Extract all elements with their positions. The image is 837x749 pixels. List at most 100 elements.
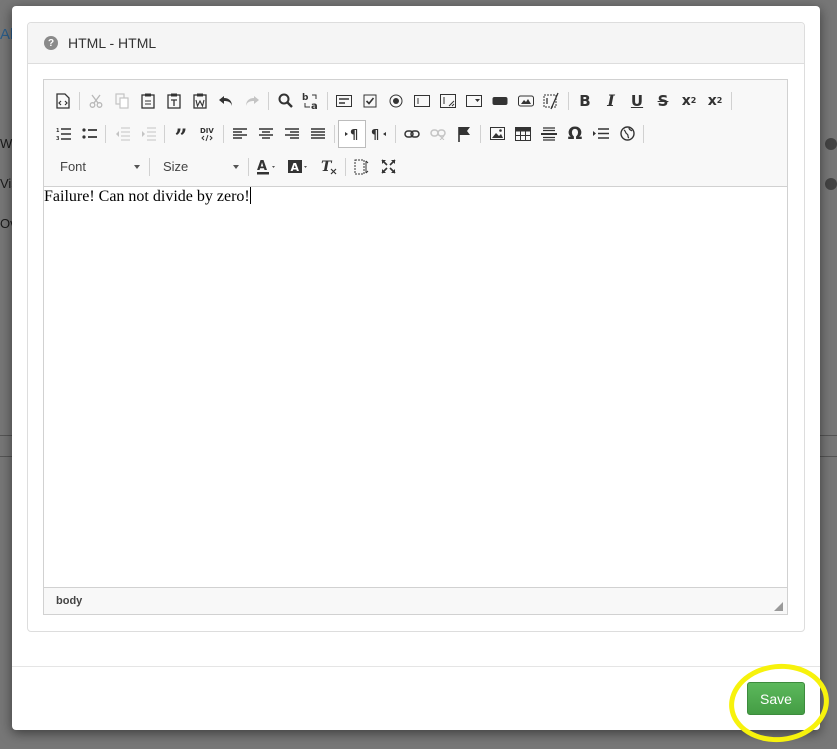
chevron-down-icon — [233, 164, 239, 169]
remove-format-icon[interactable]: T — [316, 154, 342, 180]
paste-icon[interactable] — [135, 88, 161, 114]
align-center-icon[interactable] — [253, 121, 279, 147]
select-icon[interactable] — [461, 88, 487, 114]
font-combo-label: Font — [60, 159, 87, 174]
source-icon[interactable] — [50, 88, 76, 114]
toolbar-separator — [79, 91, 80, 110]
toolbar-separator — [643, 124, 644, 143]
cut-icon[interactable] — [83, 88, 109, 114]
bg-help-icon — [825, 138, 837, 150]
svg-text:b: b — [302, 93, 309, 103]
bg-help-icon — [825, 178, 837, 190]
superscript-icon[interactable]: x2 — [702, 88, 728, 114]
html-editor-dialog: ? HTML - HTML ba B I U S x 2 x 2 1 3 ” D… — [12, 6, 833, 748]
subscript-icon[interactable]: x2 — [676, 88, 702, 114]
form-icon[interactable] — [331, 88, 357, 114]
font-combo[interactable]: Font — [50, 155, 146, 179]
paste-text-icon[interactable] — [161, 88, 187, 114]
toolbar-row-1: ba B I U S x2 x2 — [50, 84, 781, 117]
undo-icon[interactable] — [213, 88, 239, 114]
toolbar-separator — [223, 124, 224, 143]
underline-icon[interactable]: U — [624, 88, 650, 114]
size-combo[interactable]: Size — [153, 155, 245, 179]
svg-text:DIV: DIV — [200, 127, 214, 135]
editor-status-bar: body — [44, 587, 787, 614]
ltr-icon[interactable]: ¶ — [338, 119, 366, 148]
link-icon[interactable] — [399, 121, 425, 147]
align-right-icon[interactable] — [279, 121, 305, 147]
image-icon[interactable] — [484, 121, 510, 147]
resize-grip-icon[interactable] — [774, 602, 783, 611]
iframe-icon[interactable] — [614, 121, 640, 147]
toolbar-separator — [568, 91, 569, 110]
toolbar-separator — [395, 124, 396, 143]
unlink-icon[interactable] — [425, 121, 451, 147]
modal-footer-divider — [12, 666, 820, 667]
horizontal-rule-icon[interactable] — [536, 121, 562, 147]
size-combo-label: Size — [163, 159, 189, 174]
question-circle-icon[interactable]: ? — [44, 36, 58, 50]
text-color-icon[interactable]: A — [252, 154, 284, 180]
toolbar-separator — [105, 124, 106, 143]
rich-text-editor: ba B I U S x2 x2 1 3 ” DIV ¶ ¶ Ω Font Si… — [43, 79, 788, 615]
toolbar-separator — [334, 124, 335, 143]
copy-icon[interactable] — [109, 88, 135, 114]
toolbar-separator — [731, 91, 732, 110]
paste-word-icon[interactable] — [187, 88, 213, 114]
div-icon[interactable]: DIV — [194, 121, 220, 147]
toolbar-separator — [327, 91, 328, 110]
align-left-icon[interactable] — [227, 121, 253, 147]
checkbox-icon[interactable] — [357, 88, 383, 114]
background-color-icon[interactable]: A — [284, 154, 316, 180]
svg-text:A: A — [257, 159, 267, 174]
italic-icon[interactable]: I — [598, 88, 624, 114]
show-blocks-icon[interactable] — [349, 154, 375, 180]
find-icon[interactable] — [272, 88, 298, 114]
svg-text:A: A — [291, 161, 300, 174]
editor-text: Failure! Can not divide by zero! — [44, 188, 250, 205]
editor-content-area[interactable]: Failure! Can not divide by zero! — [44, 187, 787, 587]
bulleted-list-icon[interactable] — [76, 121, 102, 147]
rtl-icon[interactable]: ¶ — [366, 121, 392, 147]
toolbar-row-2: 13 ” DIV ¶ ¶ Ω — [50, 117, 781, 151]
toolbar-separator — [164, 124, 165, 143]
numbered-list-icon[interactable]: 13 — [50, 121, 76, 147]
justify-icon[interactable] — [305, 121, 331, 147]
textfield-icon[interactable] — [409, 88, 435, 114]
page-break-icon[interactable] — [588, 121, 614, 147]
strike-icon[interactable]: S — [650, 88, 676, 114]
toolbar-separator — [268, 91, 269, 110]
dialog-title: HTML - HTML — [68, 35, 157, 51]
element-path-body[interactable]: body — [56, 595, 82, 607]
textarea-icon[interactable] — [435, 88, 461, 114]
bold-icon[interactable]: B — [572, 88, 598, 114]
svg-text:¶: ¶ — [350, 128, 358, 141]
text-cursor — [249, 187, 251, 204]
editor-toolbar: ba B I U S x2 x2 1 3 ” DIV ¶ ¶ Ω Font Si… — [44, 80, 787, 187]
toolbar-row-3: Font Size A A T — [50, 150, 781, 183]
svg-text:3: 3 — [56, 136, 60, 141]
hidden-field-icon[interactable] — [539, 88, 565, 114]
chevron-down-icon — [134, 164, 140, 169]
table-icon[interactable] — [510, 121, 536, 147]
indent-icon[interactable] — [135, 121, 161, 147]
editor-panel: ? HTML - HTML ba B I U S x 2 x 2 1 3 ” D… — [27, 22, 805, 632]
toolbar-separator — [480, 124, 481, 143]
svg-text:¶: ¶ — [371, 128, 379, 141]
redo-icon[interactable] — [239, 88, 265, 114]
panel-heading: ? HTML - HTML — [28, 23, 804, 64]
svg-text:T: T — [321, 159, 333, 175]
svg-text:a: a — [311, 101, 318, 110]
button-icon[interactable] — [487, 88, 513, 114]
anchor-icon[interactable] — [451, 121, 477, 147]
toolbar-separator — [149, 157, 150, 176]
radio-icon[interactable] — [383, 88, 409, 114]
outdent-icon[interactable] — [109, 121, 135, 147]
maximize-icon[interactable] — [375, 154, 401, 180]
toolbar-separator — [345, 157, 346, 176]
special-char-icon[interactable]: Ω — [562, 121, 588, 147]
blockquote-icon[interactable]: ” — [168, 121, 194, 151]
svg-text:1: 1 — [56, 128, 60, 134]
image-button-icon[interactable] — [513, 88, 539, 114]
replace-icon[interactable]: ba — [298, 88, 324, 114]
